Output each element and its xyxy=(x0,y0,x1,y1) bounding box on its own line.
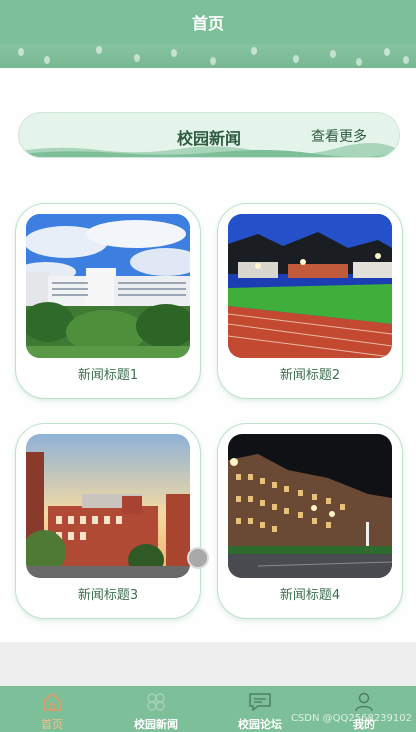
home-icon xyxy=(40,690,64,714)
news-card-1[interactable]: 新闻标题1 xyxy=(15,203,201,399)
view-more-link[interactable]: 查看更多 xyxy=(311,126,367,146)
news-image-night-building[interactable] xyxy=(228,434,392,578)
news-image-sunset-building[interactable] xyxy=(26,434,190,578)
tab-mine[interactable]: 我的 xyxy=(312,686,416,732)
news-image-campus-building[interactable] xyxy=(26,214,190,358)
clover-icon xyxy=(144,690,168,714)
tab-home[interactable]: 首页 xyxy=(0,686,104,732)
floating-assistive-button[interactable] xyxy=(187,547,209,569)
raindrop-banner xyxy=(0,44,416,68)
footer-spacer xyxy=(0,642,416,686)
page-title: 首页 xyxy=(191,14,224,33)
news-card-4[interactable]: 新闻标题4 xyxy=(217,423,403,619)
news-section-header: 校园新闻 查看更多 xyxy=(18,112,400,158)
tab-label: 校园论坛 xyxy=(238,718,282,731)
tab-campus-news[interactable]: 校园新闻 xyxy=(104,686,208,732)
bottom-tab-bar: 首页 校园新闻 校园论坛 我的 xyxy=(0,686,416,732)
news-title: 新闻标题3 xyxy=(77,588,139,603)
chat-icon xyxy=(248,690,272,714)
tab-campus-forum[interactable]: 校园论坛 xyxy=(208,686,312,732)
csdn-watermark: CSDN @QQ2568239102 xyxy=(290,713,412,724)
tab-label: 校园新闻 xyxy=(134,718,178,731)
user-icon xyxy=(352,690,376,714)
top-nav-bar: 首页 xyxy=(0,0,416,44)
news-card-3[interactable]: 新闻标题3 xyxy=(15,423,201,619)
news-title: 新闻标题2 xyxy=(279,368,341,383)
news-title: 新闻标题4 xyxy=(279,588,341,603)
news-title: 新闻标题1 xyxy=(77,368,139,383)
news-image-sports-field[interactable] xyxy=(228,214,392,358)
news-card-2[interactable]: 新闻标题2 xyxy=(217,203,403,399)
tab-label: 首页 xyxy=(41,718,63,731)
